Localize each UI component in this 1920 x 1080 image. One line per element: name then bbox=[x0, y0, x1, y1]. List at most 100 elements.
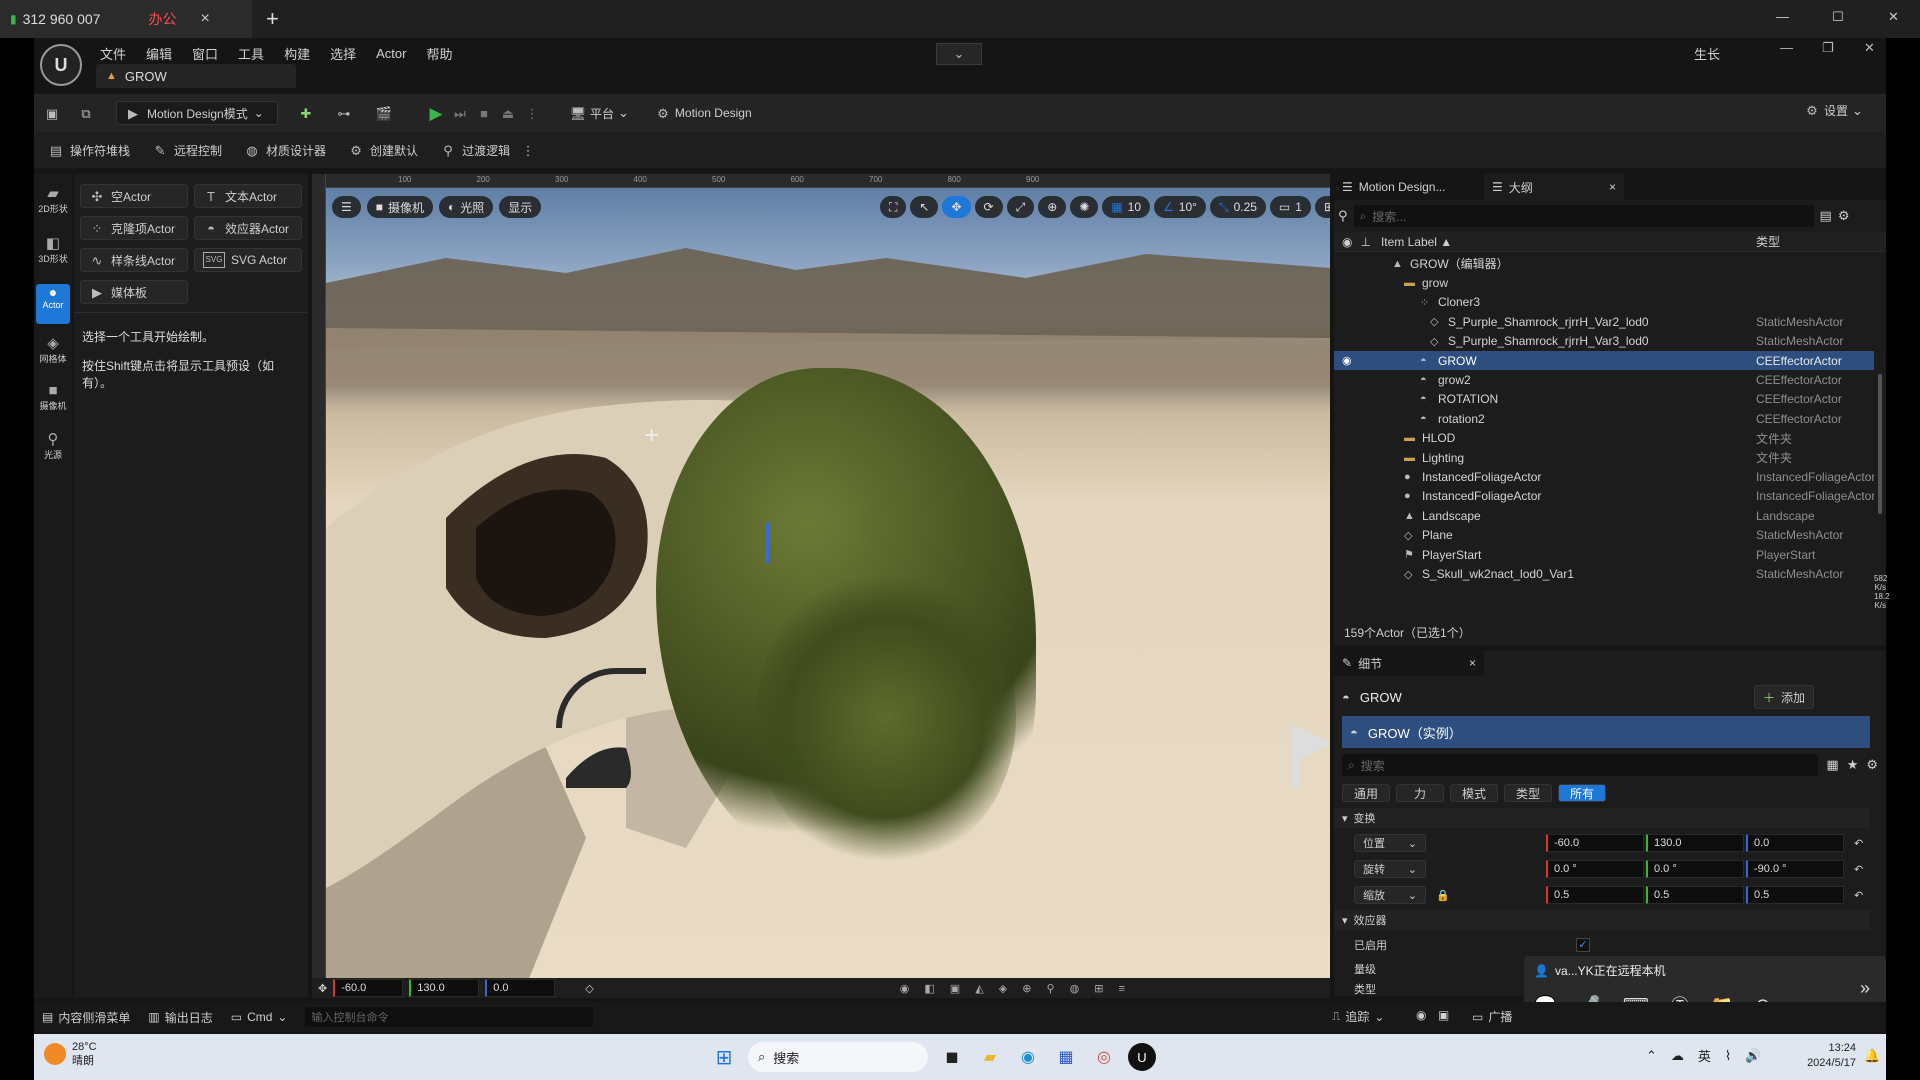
platform-button[interactable]: 🖥 平台 ⌄ bbox=[570, 105, 629, 122]
scale-y[interactable]: 0.5 bbox=[1646, 886, 1744, 904]
new-tab-button[interactable]: + bbox=[266, 6, 279, 32]
edge-icon[interactable]: ◉ bbox=[1014, 1043, 1042, 1071]
outliner-row[interactable]: ◇ S_Purple_Shamrock_rjrrH_Var2_lod0 Static… bbox=[1334, 312, 1874, 331]
rotation-x[interactable]: 0.0 ° bbox=[1546, 860, 1644, 878]
outliner-row[interactable]: ◇ S_Purple_Shamrock_rjrrH_Var3_lod0 Static… bbox=[1334, 332, 1874, 351]
console-input[interactable]: 输入控制台命令 bbox=[305, 1007, 594, 1027]
rotate-mode-button[interactable]: ⟳ bbox=[974, 196, 1003, 218]
filter-general[interactable]: 通用 bbox=[1342, 784, 1390, 802]
mode-2d-shapes[interactable]: ▰ 2D形状 bbox=[34, 184, 72, 228]
outliner-row[interactable]: ⚑ PlayerStart PlayerStart bbox=[1334, 545, 1874, 564]
star-icon[interactable]: ★ bbox=[1847, 757, 1859, 773]
filter-type[interactable]: 类型 bbox=[1504, 784, 1552, 802]
snap-icon[interactable]: ⊶ bbox=[336, 105, 352, 121]
camera-mode-button[interactable]: ■ 摄像机 bbox=[366, 196, 434, 218]
remote-control-button[interactable]: ✎ 远程控制 bbox=[152, 142, 222, 159]
location-dropdown[interactable]: 位置 ⌄ bbox=[1354, 834, 1426, 852]
menu-select[interactable]: 选择 bbox=[320, 44, 366, 63]
type-header[interactable]: 类型 bbox=[1756, 233, 1780, 250]
outliner-row[interactable]: ◓ ROTATION CEEffectorActor bbox=[1334, 390, 1874, 409]
outliner-row[interactable]: ◓ grow2 CEEffectorActor bbox=[1334, 370, 1874, 389]
save-icon[interactable]: ▣ bbox=[44, 105, 60, 121]
collapse-dropdown-button[interactable]: ⌄ bbox=[936, 43, 982, 65]
toggle-icons[interactable]: ◉ ◧ ▣ ◭ ◈ ⊕ ⚲ ◍ ⊞ ≡ bbox=[900, 982, 1131, 995]
settings-button[interactable]: ⚙ 设置 ⌄ bbox=[1804, 102, 1863, 119]
filter-force[interactable]: 力 bbox=[1396, 784, 1444, 802]
menu-tools[interactable]: 工具 bbox=[228, 44, 274, 63]
outliner-row[interactable]: ▬ grow bbox=[1334, 273, 1874, 292]
material-designer-button[interactable]: ◍ 材质设计器 bbox=[244, 142, 326, 159]
play-icon[interactable]: ▶ bbox=[428, 105, 444, 122]
create-default-button[interactable]: ⚙ 创建默认 bbox=[348, 142, 418, 159]
more-options-icon[interactable]: ⋮ bbox=[524, 105, 540, 121]
menu-build[interactable]: 构建 bbox=[274, 44, 320, 63]
clock[interactable]: 13:24 2024/5/17 bbox=[1796, 1041, 1856, 1071]
coord-z-field[interactable]: 0.0 bbox=[485, 979, 556, 997]
item-label-header[interactable]: Item Label ▲ bbox=[1381, 235, 1452, 249]
motion-design-button[interactable]: ⚙ Motion Design bbox=[655, 105, 752, 121]
chevron-up-icon[interactable]: ⌃ bbox=[1646, 1048, 1657, 1064]
menu-help[interactable]: 帮助 bbox=[416, 44, 462, 63]
location-z[interactable]: 0.0 bbox=[1746, 834, 1844, 852]
reset-icon[interactable]: ↶ bbox=[1854, 837, 1863, 850]
gear-icon[interactable]: ⚙ bbox=[1866, 757, 1878, 773]
cinematics-icon[interactable]: 🎬 bbox=[376, 105, 392, 121]
close-tab-button[interactable]: × bbox=[200, 10, 209, 28]
show-button[interactable]: 显示 bbox=[499, 196, 542, 218]
surface-snap-button[interactable]: ✺ bbox=[1070, 196, 1099, 218]
outliner-row[interactable]: ◓ rotation2 CEEffectorActor bbox=[1334, 409, 1874, 428]
grid-snap-button[interactable]: ▦ 10 bbox=[1102, 196, 1151, 218]
input-language[interactable]: 英 bbox=[1698, 1046, 1711, 1065]
details-search-input[interactable]: ⌕ 搜索 bbox=[1342, 754, 1819, 776]
outliner-row[interactable]: ● InstancedFoliageActor InstancedFoliageAc… bbox=[1334, 467, 1874, 486]
enabled-checkbox[interactable]: ✓ bbox=[1576, 938, 1590, 952]
step-icon[interactable]: ⏭ bbox=[452, 105, 468, 121]
details-tab[interactable]: ✎ 细节 × bbox=[1334, 650, 1484, 676]
outliner-row[interactable]: ▬ Lighting 文件夹 bbox=[1334, 448, 1874, 467]
maximize-button[interactable]: ☐ bbox=[1832, 9, 1844, 25]
trace-button[interactable]: ⎍ 追踪 ⌄ bbox=[1332, 1008, 1384, 1025]
location-x[interactable]: -60.0 bbox=[1546, 834, 1644, 852]
menu-window[interactable]: 窗口 bbox=[182, 44, 228, 63]
viewport-toggle-button[interactable]: ⛶ bbox=[880, 196, 907, 218]
close-window-button[interactable]: ✕ bbox=[1888, 9, 1899, 25]
rotation-y[interactable]: 0.0 ° bbox=[1646, 860, 1744, 878]
outliner-row[interactable]: ◓ GROW CEEffectorActor ◉ bbox=[1334, 351, 1874, 371]
close-icon[interactable]: × bbox=[1469, 656, 1476, 670]
unreal-taskbar-icon[interactable]: U bbox=[1128, 1043, 1156, 1071]
record-icon[interactable]: ◉ bbox=[1416, 1008, 1426, 1022]
coord-x-field[interactable]: -60.0 bbox=[333, 979, 404, 997]
network-status-icon[interactable]: ☁ bbox=[1671, 1048, 1684, 1064]
collapse-arrow-icon[interactable]: » bbox=[1860, 978, 1870, 999]
scale-z[interactable]: 0.5 bbox=[1746, 886, 1844, 904]
content-drawer-button[interactable]: ▤ 内容侧滑菜单 bbox=[42, 1009, 130, 1026]
menu-file[interactable]: 文件 bbox=[90, 44, 136, 63]
weather-widget[interactable]: 28°C 晴朗 bbox=[44, 1040, 97, 1068]
mode-actor[interactable]: ● Actor bbox=[36, 284, 70, 324]
mode-dropdown[interactable]: ▶ Motion Design模式 ⌄ bbox=[116, 101, 278, 125]
notification-bell-icon[interactable]: 🔔 bbox=[1864, 1048, 1880, 1064]
gear-icon[interactable]: ⚙ bbox=[1838, 208, 1850, 224]
browse-icon[interactable]: ⧉ bbox=[78, 105, 94, 121]
angle-snap-button[interactable]: ∠ 10° bbox=[1154, 196, 1206, 218]
scene-render[interactable]: + bbox=[326, 188, 1330, 986]
outliner-row[interactable]: ▬ HLOD 文件夹 bbox=[1334, 429, 1874, 448]
add-folder-icon[interactable]: ▤ bbox=[1820, 208, 1832, 224]
menu-actor[interactable]: Actor bbox=[366, 46, 416, 61]
empty-actor-button[interactable]: ✣ 空Actor bbox=[80, 184, 188, 208]
visibility-icon[interactable]: ◉ bbox=[1342, 354, 1352, 367]
tab-outliner[interactable]: ☰ 大纲 × bbox=[1484, 174, 1624, 200]
keyframe-icon[interactable]: ◇ bbox=[585, 982, 593, 995]
stop-icon[interactable]: ■ bbox=[476, 105, 492, 121]
scale-dropdown[interactable]: 缩放 ⌄ bbox=[1354, 886, 1426, 904]
transition-logic-button[interactable]: ⚲ 过渡逻辑 bbox=[440, 142, 510, 159]
add-actor-icon[interactable]: ✚ bbox=[298, 105, 314, 121]
component-instance-row[interactable]: ◓ GROW（实例） bbox=[1342, 716, 1870, 748]
eject-icon[interactable]: ⏏ bbox=[500, 105, 516, 121]
outliner-row[interactable]: ▲ GROW（编辑器） bbox=[1334, 254, 1874, 273]
outliner-row[interactable]: ● InstancedFoliageActor InstancedFoliageAc… bbox=[1334, 487, 1874, 506]
menu-edit[interactable]: 编辑 bbox=[136, 44, 182, 63]
filter-all[interactable]: 所有 bbox=[1558, 784, 1606, 802]
mode-camera[interactable]: ■ 摄像机 bbox=[34, 382, 72, 426]
level-viewport[interactable]: 100 200 300 400 500 600 700 800 900 + ☰ … bbox=[312, 174, 1330, 998]
